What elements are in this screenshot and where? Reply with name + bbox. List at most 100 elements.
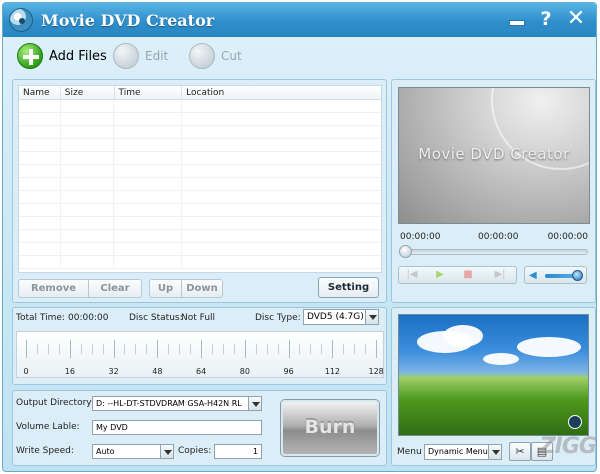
column-size[interactable]: Size xyxy=(61,86,115,99)
scale-tick xyxy=(321,344,323,354)
table-cell xyxy=(114,100,183,112)
table-cell xyxy=(61,152,115,164)
scale-label: 0 xyxy=(23,367,29,376)
menu-settings-button[interactable]: ✂ xyxy=(509,442,531,461)
scale-tick xyxy=(26,340,27,358)
table-cell xyxy=(19,100,61,112)
seek-thumb[interactable] xyxy=(399,245,412,258)
speaker-icon[interactable]: ◀ xyxy=(529,270,541,281)
disc-type-value: DVD5 (4.7G) xyxy=(307,312,364,322)
disc-type-label: Disc Type: xyxy=(255,313,301,323)
menu-value: Dynamic Menu xyxy=(428,447,488,456)
volume-label-input[interactable]: My DVD xyxy=(92,420,262,435)
scale-tick xyxy=(113,340,115,358)
edit-button[interactable]: Edit xyxy=(113,41,168,71)
previous-icon[interactable]: |◀ xyxy=(403,268,421,282)
toolbar: Add Files Edit Cut xyxy=(3,37,596,77)
help-button[interactable]: ? xyxy=(535,7,557,30)
scale-label: 112 xyxy=(324,367,341,376)
file-table-rows xyxy=(19,100,381,269)
scale-tick xyxy=(211,344,213,354)
table-cell xyxy=(182,178,381,190)
cut-button[interactable]: Cut xyxy=(189,41,242,71)
chevron-down-icon[interactable] xyxy=(365,310,378,324)
table-cell xyxy=(182,243,381,255)
cut-label: Cut xyxy=(221,49,242,63)
stop-icon[interactable]: ■ xyxy=(459,268,477,282)
menu-select[interactable]: Dynamic Menu xyxy=(424,444,502,460)
table-cell xyxy=(182,204,381,216)
remove-button[interactable]: Remove xyxy=(18,279,89,298)
tools-icon: ✂ xyxy=(515,445,525,458)
table-cell xyxy=(114,126,183,138)
scale-label: 48 xyxy=(152,367,163,376)
chevron-down-icon[interactable] xyxy=(488,445,501,459)
chevron-down-icon[interactable] xyxy=(248,397,261,410)
output-directory-value: D: --HL-DT-STDVDRAM GSA-H42N RL xyxy=(96,399,242,408)
write-speed-value: Auto xyxy=(96,447,115,456)
volume-control[interactable]: ◀ xyxy=(524,266,587,284)
scale-tick xyxy=(233,344,235,354)
disc-panel: Total Time: 00:00:00 Disc Status: Not Fu… xyxy=(12,307,387,385)
table-cell xyxy=(114,113,183,125)
setting-button[interactable]: Setting xyxy=(318,277,379,298)
preview-icon[interactable] xyxy=(568,415,582,429)
down-button[interactable]: Down xyxy=(181,279,223,298)
total-time-label: Total Time: xyxy=(16,313,65,323)
minimize-button[interactable] xyxy=(505,10,527,30)
file-table[interactable]: Name Size Time Location xyxy=(18,85,382,273)
middle-time: 00:00:00 xyxy=(478,232,519,242)
output-directory-select[interactable]: D: --HL-DT-STDVDRAM GSA-H42N RL xyxy=(92,396,262,411)
column-name[interactable]: Name xyxy=(19,86,61,99)
disc-type-select[interactable]: DVD5 (4.7G) xyxy=(303,309,379,325)
scale-tick xyxy=(58,344,60,354)
table-cell xyxy=(61,113,115,125)
scale-tick xyxy=(201,340,202,358)
close-button[interactable]: ✕ xyxy=(565,7,587,31)
write-speed-label: Write Speed: xyxy=(16,446,74,456)
app-window: Movie DVD Creator ? ✕ Add Files Edit Cut… xyxy=(2,2,597,472)
add-files-button[interactable]: Add Files xyxy=(17,41,107,71)
seek-bar[interactable] xyxy=(399,245,588,258)
add-files-label: Add Files xyxy=(49,48,107,64)
play-icon[interactable]: ▶ xyxy=(431,268,449,282)
total-time: 00:00:00 xyxy=(547,232,588,242)
table-cell xyxy=(182,256,381,268)
table-cell xyxy=(19,139,61,151)
write-speed-select[interactable]: Auto xyxy=(92,444,174,459)
scale-tick xyxy=(288,340,290,358)
copies-input[interactable]: 1 xyxy=(214,444,262,459)
table-cell xyxy=(19,230,61,242)
output-panel: Output Directory: D: --HL-DT-STDVDRAM GS… xyxy=(12,390,387,466)
column-time[interactable]: Time xyxy=(115,86,183,99)
cloud-shape xyxy=(517,337,581,357)
clear-button[interactable]: Clear xyxy=(88,279,142,298)
capacity-scale: 0 16 32 48 64 80 96 112 128 xyxy=(16,331,384,378)
chevron-down-icon[interactable] xyxy=(160,445,173,458)
table-row xyxy=(19,126,381,139)
scale-tick xyxy=(124,344,126,354)
next-icon[interactable]: ▶| xyxy=(491,268,509,282)
up-button[interactable]: Up xyxy=(149,279,182,298)
cloud-shape xyxy=(443,325,483,347)
table-cell xyxy=(19,113,61,125)
scale-tick xyxy=(102,344,104,354)
table-cell xyxy=(61,126,115,138)
dvd-disc-icon xyxy=(9,8,33,32)
burn-button[interactable]: Burn xyxy=(281,400,379,456)
table-cell xyxy=(182,126,381,138)
scale-tick xyxy=(255,344,257,354)
preview-screen-text: Movie DVD Creator xyxy=(418,145,570,163)
add-plus-icon xyxy=(17,43,43,69)
menu-preview-button[interactable]: ▤ xyxy=(531,442,553,461)
table-cell xyxy=(61,165,115,177)
title-bar[interactable]: Movie DVD Creator ? ✕ xyxy=(3,3,596,37)
table-cell xyxy=(61,217,115,229)
column-location[interactable]: Location xyxy=(182,86,381,99)
table-cell xyxy=(19,256,61,268)
table-cell xyxy=(114,230,183,242)
volume-thumb[interactable] xyxy=(572,270,583,281)
scale-tick xyxy=(80,344,82,354)
table-row xyxy=(19,191,381,204)
scale-tick xyxy=(277,344,279,354)
